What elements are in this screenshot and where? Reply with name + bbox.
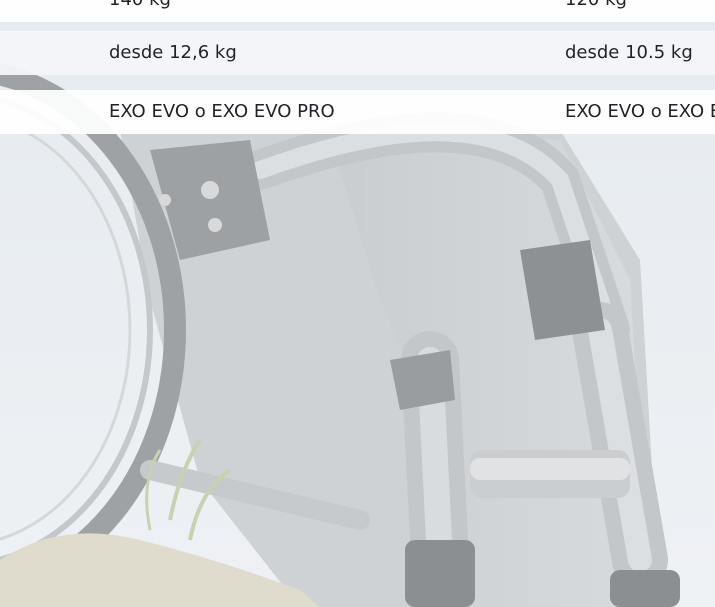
table-row: 140 kg 120 kg	[0, 0, 715, 22]
table-cell: EXO EVO o EXO EVO PRO	[565, 101, 715, 122]
table-cell: 120 kg	[565, 0, 715, 22]
table-cell: EXO EVO o EXO EVO PRO	[109, 101, 335, 122]
table-cell: desde 12,6 kg	[109, 42, 237, 63]
table-row: EXO EVO o EXO EVO PRO EXO EVO o EXO EVO …	[0, 90, 715, 134]
table-row: desde 12,6 kg desde 10.5 kg	[0, 31, 715, 75]
page: 140 kg 120 kg desde 12,6 kg desde 10.5 k…	[0, 0, 715, 607]
table-cell: desde 10.5 kg	[565, 42, 693, 63]
table-cell: 140 kg	[109, 0, 549, 22]
